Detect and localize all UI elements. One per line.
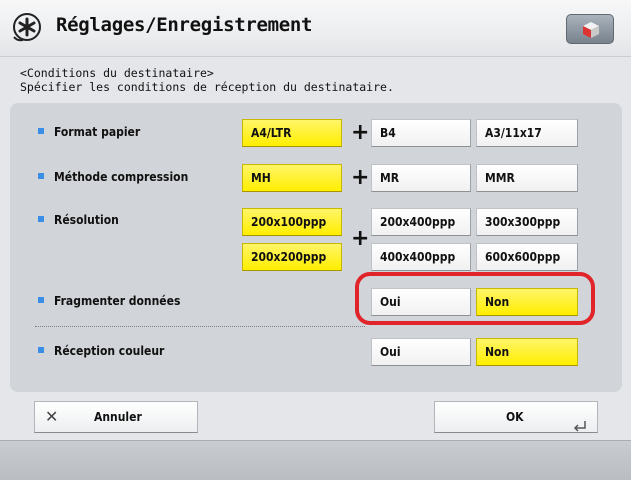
option-200x200ppp[interactable]: 200x200ppp	[242, 243, 342, 271]
bullet-icon	[38, 347, 44, 353]
ok-button[interactable]: OK	[434, 401, 598, 433]
option-mr[interactable]: MR	[371, 164, 471, 192]
instruction-detail: Spécifier les conditions de réception du…	[20, 80, 394, 94]
highlight-box	[355, 272, 595, 325]
bullet-icon	[38, 173, 44, 179]
plus-icon: +	[351, 165, 370, 190]
instruction-heading: <Conditions du destinataire>	[20, 66, 214, 80]
option-600x600ppp[interactable]: 600x600ppp	[476, 243, 578, 271]
status-bar	[0, 440, 631, 480]
instruction-text: <Conditions du destinataire> Spécifier l…	[20, 66, 394, 94]
plus-icon: +	[351, 120, 370, 145]
format-papier-label: Format papier	[38, 125, 140, 139]
return-arrow-icon	[573, 413, 587, 443]
option-200x100ppp[interactable]: 200x100ppp	[242, 208, 342, 236]
ok-label: OK	[506, 410, 524, 424]
option-mmr[interactable]: MMR	[476, 164, 578, 192]
option-couleur-oui[interactable]: Oui	[371, 338, 471, 366]
reception-couleur-label: Réception couleur	[38, 344, 164, 358]
option-a3-11x17[interactable]: A3/11x17	[476, 119, 578, 147]
bullet-icon	[38, 128, 44, 134]
settings-star-icon	[11, 11, 43, 43]
close-icon: ✕	[45, 407, 59, 426]
option-300x300ppp[interactable]: 300x300ppp	[476, 208, 578, 236]
bullet-icon	[38, 297, 44, 303]
cancel-button[interactable]: ✕ Annuler	[34, 401, 198, 433]
cancel-label: Annuler	[94, 410, 142, 424]
option-mh[interactable]: MH	[242, 164, 342, 192]
counter-button[interactable]	[566, 14, 614, 44]
option-200x400ppp[interactable]: 200x400ppp	[371, 208, 471, 236]
fragmenter-donnees-label: Fragmenter données	[38, 294, 180, 308]
page-title: Réglages/Enregistrement	[56, 14, 313, 36]
divider	[35, 326, 365, 327]
option-couleur-non[interactable]: Non	[476, 338, 578, 366]
option-a4-ltr[interactable]: A4/LTR	[242, 119, 342, 147]
bullet-icon	[38, 216, 44, 222]
resolution-label: Résolution	[38, 213, 119, 227]
title-bar: Réglages/Enregistrement	[0, 0, 631, 57]
option-400x400ppp[interactable]: 400x400ppp	[371, 243, 471, 271]
plus-icon: +	[351, 226, 370, 251]
methode-compression-label: Méthode compression	[38, 170, 188, 184]
option-b4[interactable]: B4	[371, 119, 471, 147]
